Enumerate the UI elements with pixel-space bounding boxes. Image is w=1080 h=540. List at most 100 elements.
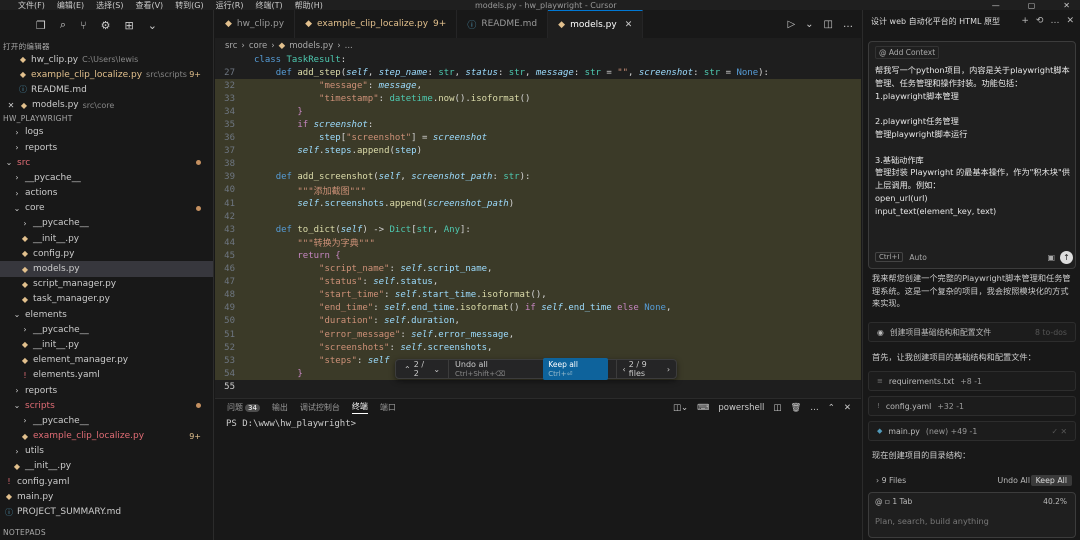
tree-item[interactable]: ⌄ src: [0, 155, 213, 170]
tree-item[interactable]: ⓘ PROJECT_SUMMARY.md: [0, 504, 213, 519]
chat-message-box[interactable]: @ Add Context 帮我写一个python项目，内容是关于playwri…: [868, 41, 1076, 269]
split-terminal-icon[interactable]: ◫: [773, 403, 781, 413]
close-icon[interactable]: ✕: [6, 101, 16, 110]
open-editor-item[interactable]: ⓘ README.md: [0, 82, 213, 97]
tree-item[interactable]: ◆ models.py: [0, 261, 213, 277]
notepads-header[interactable]: NOTEPADS: [0, 526, 46, 538]
diff-nav[interactable]: ⌃ 2 / 2 ⌄: [396, 360, 450, 378]
open-editors-header[interactable]: 打开的编辑器: [0, 40, 213, 52]
minimize-icon[interactable]: —: [992, 1, 1000, 10]
todo-step[interactable]: ◉ 创建项目基础结构和配置文件 8 to-dos: [868, 322, 1076, 342]
close-icon[interactable]: ✕: [1063, 1, 1070, 10]
run-icon[interactable]: ▷: [787, 19, 795, 30]
chat-input[interactable]: @ ▫ 1 Tab 40.2% Plan, search, build anyt…: [868, 492, 1076, 538]
tree-item[interactable]: ◆ main.py: [0, 489, 213, 504]
keep-all-button[interactable]: Keep all Ctrl+⏎: [543, 358, 608, 380]
tree-item[interactable]: › __pycache__: [0, 322, 213, 337]
explorer-icon[interactable]: ❐: [36, 19, 46, 32]
tree-item[interactable]: › logs: [0, 125, 213, 140]
file-edit-card[interactable]: ◆ main.py (new) +49 -1 ✓ ✕: [868, 421, 1076, 441]
menu-selection[interactable]: 选择(S): [96, 0, 123, 11]
chevron-down-icon[interactable]: ⌄: [148, 19, 157, 32]
more-icon[interactable]: …: [843, 19, 853, 30]
menu-run[interactable]: 运行(R): [216, 0, 244, 11]
tree-item[interactable]: › utils: [0, 444, 213, 459]
open-editor-item[interactable]: ◆ example_clip_localize.py src\scripts 9+: [0, 67, 213, 82]
tree-item[interactable]: ⌄ core: [0, 201, 213, 216]
model-selector[interactable]: Auto: [909, 253, 926, 262]
terminal-icon[interactable]: ⌨: [697, 403, 709, 413]
tree-item[interactable]: ◆ config.py: [0, 246, 213, 261]
tree-item[interactable]: ! config.yaml: [0, 474, 213, 489]
close-tab-icon[interactable]: ✕: [625, 20, 633, 30]
add-context-button[interactable]: @ Add Context: [875, 46, 940, 59]
tree-item[interactable]: › reports: [0, 383, 213, 398]
tree-item[interactable]: ! elements.yaml: [0, 368, 213, 383]
extensions-grid-icon[interactable]: ⊞: [125, 19, 134, 32]
tree-item[interactable]: ◆ script_manager.py: [0, 277, 213, 292]
close-icon[interactable]: ✕: [1066, 16, 1074, 26]
tab-debug-console[interactable]: 调试控制台: [300, 402, 340, 413]
context-tab-chip[interactable]: @ ▫ 1 Tab: [875, 497, 912, 506]
tree-item[interactable]: › __pycache__: [0, 170, 213, 185]
breadcrumb-src[interactable]: src: [225, 41, 237, 51]
file-edit-card[interactable]: ≡ requirements.txt +8 -1: [868, 371, 1076, 391]
send-icon[interactable]: ↑: [1060, 250, 1073, 264]
tab-models[interactable]: ◆ models.py ✕: [548, 10, 644, 38]
tab-readme[interactable]: ⓘ README.md: [457, 10, 549, 38]
extensions-icon[interactable]: ⚙: [101, 19, 111, 32]
more-icon[interactable]: …: [1050, 16, 1059, 26]
trash-icon[interactable]: 🗑: [790, 403, 801, 413]
undo-all-chat-button[interactable]: Undo All: [997, 476, 1030, 485]
tree-item[interactable]: ◆ __init__.py: [0, 337, 213, 352]
layout-icon[interactable]: ◫⌄: [673, 403, 688, 413]
image-icon[interactable]: ▣: [1047, 253, 1055, 262]
project-header[interactable]: HW_PLAYWRIGHT: [0, 113, 213, 125]
breadcrumb-core[interactable]: core: [249, 41, 267, 51]
menu-goto[interactable]: 转到(G): [175, 0, 203, 11]
tab-hw-clip[interactable]: ◆ hw_clip.py: [215, 10, 296, 38]
tab-ports[interactable]: 端口: [380, 402, 396, 413]
tree-item[interactable]: › __pycache__: [0, 413, 213, 428]
file-edit-card[interactable]: ! config.yaml +32 -1: [868, 396, 1076, 416]
breadcrumb-file[interactable]: models.py: [289, 41, 333, 51]
shell-label[interactable]: powershell: [718, 403, 764, 413]
maximize-icon[interactable]: ▢: [1028, 1, 1036, 10]
undo-all-button[interactable]: Undo all Ctrl+Shift+⌫: [449, 360, 543, 378]
keep-all-chat-button[interactable]: Keep All: [1030, 474, 1072, 486]
tree-item[interactable]: ⌄ elements: [0, 307, 213, 322]
code-editor[interactable]: class TaskResult: 27 def add_step(self, …: [215, 53, 861, 398]
menu-help[interactable]: 帮助(H): [295, 0, 323, 11]
chevron-up-icon[interactable]: ⌃: [828, 403, 835, 413]
tree-item[interactable]: ◆ __init__.py: [0, 231, 213, 246]
tree-item[interactable]: ◆ element_manager.py: [0, 353, 213, 368]
history-icon[interactable]: ⟲: [1036, 16, 1044, 26]
tab-output[interactable]: 输出: [272, 402, 288, 413]
mode-selector[interactable]: Ctrl+I: [875, 252, 904, 262]
close-icon[interactable]: ✕: [844, 403, 851, 413]
menu-terminal[interactable]: 终端(T): [255, 0, 282, 11]
open-editor-item[interactable]: ◆ hw_clip.py C:\Users\lewis: [0, 52, 213, 67]
tree-item[interactable]: ⌄ scripts: [0, 398, 213, 413]
tab-problems[interactable]: 问题 34: [227, 402, 260, 413]
chevron-down-icon[interactable]: ⌄: [805, 19, 813, 30]
menu-edit[interactable]: 编辑(E): [57, 0, 84, 11]
tree-item[interactable]: › reports: [0, 140, 213, 155]
open-editor-item[interactable]: ✕ ◆ models.py src\core: [0, 98, 213, 113]
menu-view[interactable]: 查看(V): [135, 0, 163, 11]
tree-item[interactable]: ◆ example_clip_localize.py 9+: [0, 429, 213, 444]
tab-terminal[interactable]: 终端: [351, 401, 368, 414]
tab-example-clip-localize[interactable]: ◆ example_clip_localize.py 9+: [295, 10, 458, 38]
breadcrumb-symbol[interactable]: ...: [345, 41, 353, 51]
source-control-icon[interactable]: ⑂: [80, 19, 87, 32]
tree-item[interactable]: › actions: [0, 186, 213, 201]
tree-item[interactable]: ◆ __init__.py: [0, 459, 213, 474]
new-chat-icon[interactable]: +: [1021, 16, 1029, 26]
tree-item[interactable]: › __pycache__: [0, 216, 213, 231]
terminal-output[interactable]: PS D:\www\hw_playwright>: [215, 416, 861, 432]
tree-item[interactable]: ◆ task_manager.py: [0, 292, 213, 307]
split-editor-icon[interactable]: ◫: [824, 19, 833, 30]
search-icon[interactable]: ⌕: [60, 18, 66, 32]
files-count[interactable]: › 9 Files: [876, 476, 906, 485]
file-nav[interactable]: ‹ 2 / 9 files ›: [615, 360, 676, 378]
